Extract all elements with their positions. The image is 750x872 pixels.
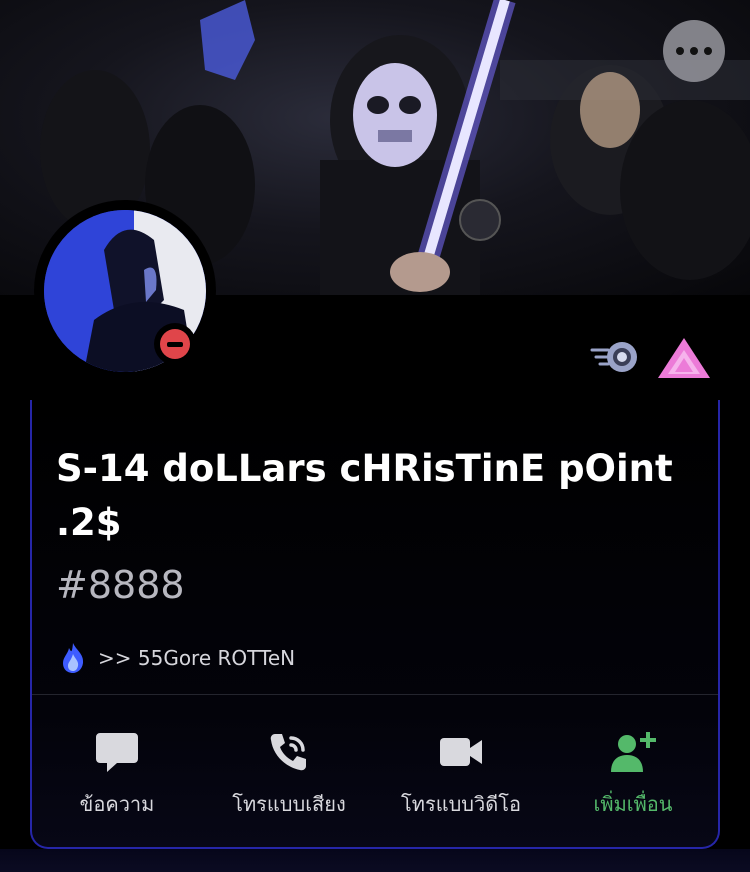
more-options-button[interactable] <box>663 20 725 82</box>
add-friend-button[interactable]: เพิ่มเพื่อน <box>548 696 718 846</box>
bottom-edge <box>0 849 750 872</box>
custom-status: >> 55Gore ROTTeN <box>60 640 295 676</box>
display-name: S-14 doLLars cHRisTinE pOint .2$ <box>56 447 673 544</box>
voice-call-label: โทรแบบเสียง <box>232 792 346 816</box>
message-label: ข้อความ <box>79 792 155 816</box>
more-dot-icon <box>690 47 698 55</box>
blue-fire-icon <box>63 643 84 673</box>
add-friend-icon <box>611 732 656 772</box>
video-call-icon <box>440 738 482 766</box>
do-not-disturb-icon <box>160 329 190 359</box>
action-bar: ข้อความ โทรแบบเสียง โทรแบบวิดีโอ เพิ่มเพ… <box>32 696 718 846</box>
speed-boost-icon[interactable] <box>590 336 642 378</box>
nitro-triangle-icon[interactable] <box>656 336 712 380</box>
message-button[interactable]: ข้อความ <box>32 696 202 846</box>
more-dot-icon <box>676 47 684 55</box>
dnd-status-badge <box>154 323 196 365</box>
voice-call-button[interactable]: โทรแบบเสียง <box>204 696 374 846</box>
user-tag: #8888 <box>56 563 185 607</box>
divider <box>32 694 718 695</box>
more-dot-icon <box>704 47 712 55</box>
video-call-button[interactable]: โทรแบบวิดีโอ <box>376 696 546 846</box>
add-friend-label: เพิ่มเพื่อน <box>593 792 673 816</box>
custom-status-text: >> 55Gore ROTTeN <box>98 646 296 670</box>
voice-call-icon <box>270 734 306 771</box>
message-icon <box>96 733 138 772</box>
video-call-label: โทรแบบวิดีโอ <box>401 792 521 816</box>
